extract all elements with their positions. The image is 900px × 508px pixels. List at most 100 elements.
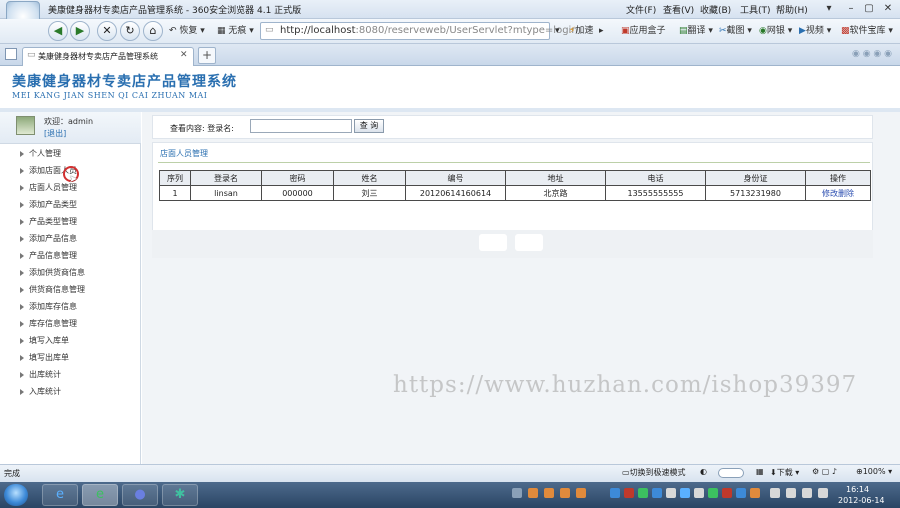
search-input[interactable]: [250, 119, 352, 133]
app-taskbar-icon[interactable]: ●: [122, 484, 158, 506]
translate-icon: ▤: [679, 26, 688, 36]
tray-icon[interactable]: [544, 488, 554, 498]
tray-icon[interactable]: [624, 488, 634, 498]
clock-date[interactable]: 2012-06-14: [838, 496, 885, 505]
close-window-icon[interactable]: ✕: [879, 1, 897, 17]
menu-favorites[interactable]: 收藏(B): [700, 3, 731, 16]
welcome-text: 欢迎：admin: [44, 117, 94, 126]
table-cell: 5713231980: [705, 185, 806, 201]
start-button[interactable]: [4, 484, 28, 506]
tab-close-icon[interactable]: ✕: [180, 50, 188, 60]
tray-icon[interactable]: [652, 488, 662, 498]
address-text[interactable]: http://localhost:8080/reserveweb/UserSer…: [280, 25, 578, 36]
volume-icon[interactable]: [818, 488, 828, 498]
sidebar-item-inbound-form[interactable]: 填写入库单: [20, 335, 69, 351]
sidebar-toggle-icon[interactable]: [5, 48, 17, 60]
menu-view[interactable]: 查看(V): [663, 3, 694, 16]
trace-free-button[interactable]: ▦ 无痕 ▾: [214, 22, 257, 41]
download-button[interactable]: ⬇下载 ▾: [770, 467, 799, 478]
translate-button[interactable]: ▤翻译 ▾: [676, 22, 716, 41]
new-tab-icon[interactable]: +: [198, 47, 216, 64]
sidebar-item-add-stock[interactable]: 添加库存信息: [20, 301, 77, 317]
menu-help[interactable]: 帮助(H): [776, 3, 808, 16]
sb-tools-icon[interactable]: ⚙ ▢ ♪: [812, 467, 837, 476]
tab-controls-icon[interactable]: ◉ ◉ ◉ ◉: [852, 49, 892, 59]
sidebar-item-supplier-manage[interactable]: 供货商信息管理: [20, 284, 85, 300]
menu-tools[interactable]: 工具(T): [740, 3, 771, 16]
tray-icon[interactable]: [512, 488, 522, 498]
arrow-right-icon: [20, 167, 24, 174]
clock-time[interactable]: 16:14: [846, 485, 869, 494]
sidebar-item-inbound-stats[interactable]: 入库统计: [20, 386, 61, 402]
network-icon[interactable]: [802, 488, 812, 498]
skin-icon[interactable]: ▾: [820, 1, 838, 17]
sidebar-item-label: 产品信息管理: [29, 251, 77, 260]
sidebar-item-add-product-type[interactable]: 添加产品类型: [20, 199, 77, 215]
sidebar-item-personal[interactable]: 个人管理: [20, 148, 61, 164]
minimize-icon[interactable]: –: [842, 1, 860, 17]
mode-switch[interactable]: ▭切换到极速模式: [622, 467, 686, 478]
address-dropdown-icon[interactable]: ▾: [552, 22, 563, 41]
zoom-icon: ⊕: [856, 467, 863, 476]
sidebar-item-add-product[interactable]: 添加产品信息: [20, 233, 77, 249]
tray-icon[interactable]: [736, 488, 746, 498]
tray-icon[interactable]: [638, 488, 648, 498]
restore-button[interactable]: ↶ 恢复 ▾: [166, 22, 208, 41]
tray-icon[interactable]: [610, 488, 620, 498]
sidebar-item-label: 供货商信息管理: [29, 285, 85, 294]
tray-icon[interactable]: [528, 488, 538, 498]
globe-icon[interactable]: ◐: [700, 467, 707, 476]
edit-delete-link[interactable]: 修改删除: [805, 185, 871, 201]
bank-button[interactable]: ◉网银 ▾: [756, 22, 795, 41]
restore-label: 恢复: [179, 26, 198, 36]
download-label: 下载: [776, 468, 793, 477]
sb-apps-icon[interactable]: ▦: [756, 467, 764, 476]
sidebar-item-label: 填写出库单: [29, 353, 69, 362]
sidebar-item-label: 填写入库单: [29, 336, 69, 345]
tray-icon[interactable]: [708, 488, 718, 498]
sidebar-item-outbound-form[interactable]: 填写出库单: [20, 352, 69, 368]
mode-label: 切换到极速模式: [629, 468, 686, 477]
sidebar-item-product-type-manage[interactable]: 产品类型管理: [20, 216, 77, 232]
sidebar-item-product-manage[interactable]: 产品信息管理: [20, 250, 77, 266]
stop-icon[interactable]: ✕: [97, 21, 117, 41]
maximize-icon[interactable]: ▢: [860, 1, 878, 17]
accelerate-button[interactable]: ⚡加速: [566, 22, 596, 41]
table-cell: 刘三: [333, 185, 406, 201]
forward-icon[interactable]: ▶: [70, 21, 90, 41]
toggle-switch[interactable]: [718, 468, 744, 478]
tray-icon[interactable]: [694, 488, 704, 498]
ie-taskbar-icon[interactable]: e: [42, 484, 78, 506]
tray-icon[interactable]: [722, 488, 732, 498]
scissors-icon: ✂: [719, 26, 727, 36]
go-icon[interactable]: ▸: [596, 22, 607, 41]
tray-icon[interactable]: [770, 488, 780, 498]
refresh-icon[interactable]: ↻: [120, 21, 140, 41]
software-button[interactable]: ▩软件宝库 ▾: [838, 22, 896, 41]
app-box-button[interactable]: ▣应用盒子: [618, 22, 669, 41]
arrow-right-icon: [20, 235, 24, 242]
sidebar-item-add-supplier[interactable]: 添加供货商信息: [20, 267, 85, 283]
tray-icon[interactable]: [666, 488, 676, 498]
tray-icon[interactable]: [786, 488, 796, 498]
tray-icon[interactable]: [750, 488, 760, 498]
tray-icon[interactable]: [680, 488, 690, 498]
logout-link[interactable]: [退出]: [44, 128, 66, 139]
pager-next-button[interactable]: [515, 234, 543, 251]
sidebar-item-stock-manage[interactable]: 库存信息管理: [20, 318, 77, 334]
back-icon[interactable]: ◀: [48, 21, 68, 41]
video-button[interactable]: ▶视频 ▾: [796, 22, 834, 41]
tray-icon[interactable]: [560, 488, 570, 498]
screenshot-button[interactable]: ✂截图 ▾: [716, 22, 755, 41]
zoom-control[interactable]: ⊕100% ▾: [856, 467, 892, 476]
browser-taskbar-icon[interactable]: e: [82, 484, 118, 506]
video-label: 视频: [805, 26, 824, 36]
pager-panel: [152, 230, 873, 258]
tray-icon[interactable]: [576, 488, 586, 498]
home-icon[interactable]: ⌂: [143, 21, 163, 41]
sidebar-item-outbound-stats[interactable]: 出库统计: [20, 369, 61, 385]
tool-taskbar-icon[interactable]: ✱: [162, 484, 198, 506]
menu-file[interactable]: 文件(F): [626, 3, 656, 16]
pager-prev-button[interactable]: [479, 234, 507, 251]
search-button[interactable]: 查 询: [354, 119, 384, 133]
